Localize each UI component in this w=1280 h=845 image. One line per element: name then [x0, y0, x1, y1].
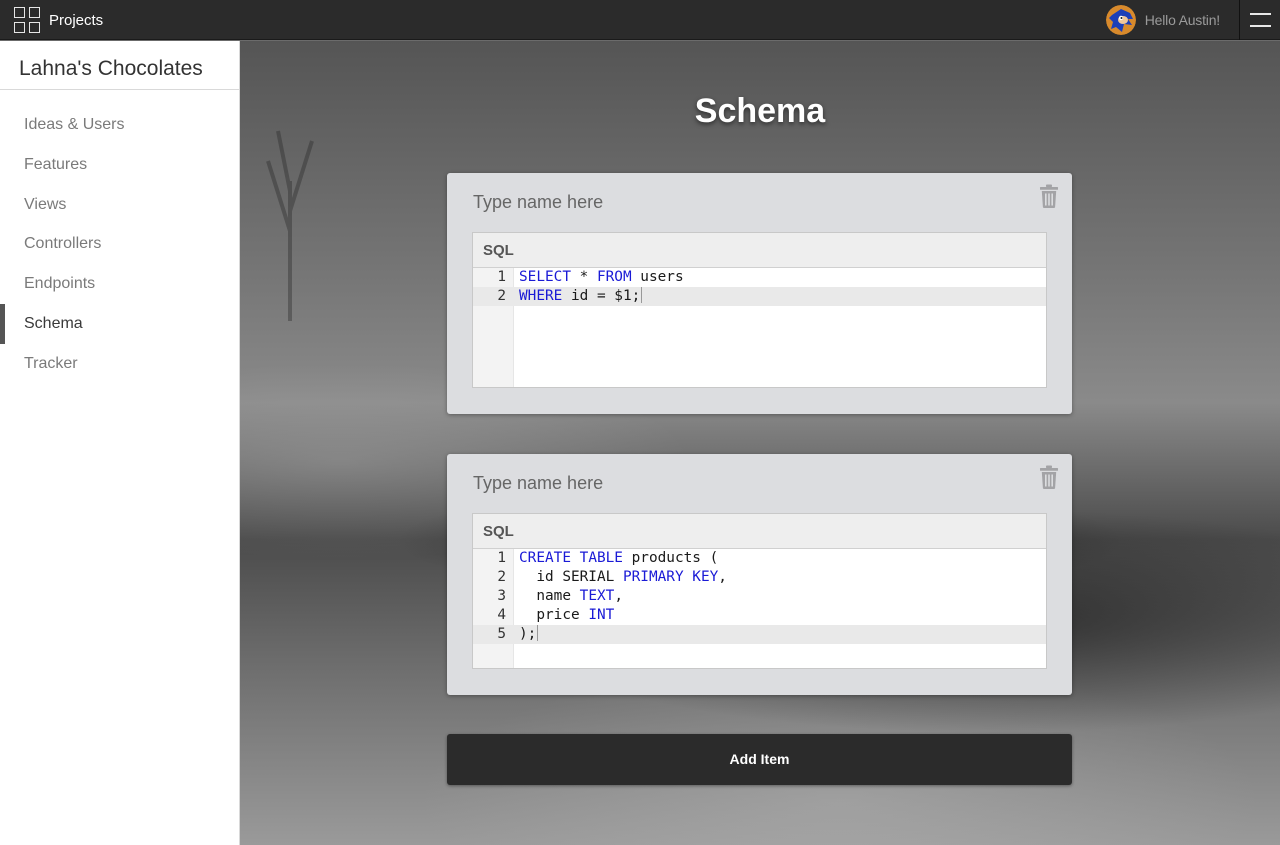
code-area[interactable]: 1 SELECT * FROM users 2 WHERE id = $1; [473, 268, 1046, 387]
sidebar-item-endpoints[interactable]: Endpoints [0, 264, 239, 304]
sidebar-nav: Ideas & Users Features Views Controllers… [0, 105, 239, 384]
code-line: 3 name TEXT, [473, 587, 1046, 606]
text-cursor [537, 625, 539, 641]
code-line-active: 2 WHERE id = $1; [473, 287, 1046, 306]
line-number: 1 [497, 550, 506, 566]
avatar[interactable] [1105, 5, 1136, 35]
sidebar-item-schema[interactable]: Schema [0, 303, 239, 344]
projects-label: Projects [49, 11, 104, 29]
main-content: Schema SQL 1 SELECT * FROM users 2 WHERE… [240, 41, 1280, 845]
code-line-active: 5 ); [473, 625, 1046, 644]
code-line: 1 CREATE TABLE products ( [473, 549, 1046, 568]
user-area[interactable]: Hello Austin! [1105, 4, 1220, 36]
schema-name-input[interactable] [473, 472, 973, 494]
code-line: 4 price INT [473, 606, 1046, 625]
user-greeting: Hello Austin! [1144, 12, 1220, 28]
text-cursor [641, 287, 643, 303]
line-number: 3 [497, 588, 506, 604]
schema-card: SQL 1 SELECT * FROM users 2 WHERE id = $… [447, 173, 1072, 414]
code-area[interactable]: 1 CREATE TABLE products ( 2 id SERIAL PR… [473, 549, 1046, 668]
code-line: 2 id SERIAL PRIMARY KEY, [473, 568, 1046, 587]
add-item-button[interactable]: Add Item [447, 734, 1072, 785]
editor-language-label: SQL [473, 514, 1046, 549]
trash-icon[interactable] [1039, 465, 1059, 489]
sql-editor[interactable]: SQL 1 CREATE TABLE products ( 2 id SERIA… [472, 513, 1047, 669]
code-text: price INT [519, 607, 615, 623]
line-number: 2 [497, 288, 506, 304]
code-text: id SERIAL PRIMARY KEY, [519, 569, 727, 585]
line-number: 1 [497, 269, 506, 285]
page-title: Schema [694, 92, 826, 130]
code-text: name TEXT, [519, 588, 623, 604]
trash-icon[interactable] [1039, 184, 1059, 208]
sidebar-item-tracker[interactable]: Tracker [0, 344, 239, 384]
projects-button[interactable]: Projects [14, 6, 103, 34]
line-number: 5 [497, 626, 506, 642]
code-text: WHERE id = $1; [519, 287, 643, 304]
line-number: 4 [497, 607, 506, 623]
code-text: CREATE TABLE products ( [519, 550, 719, 566]
editor-language-label: SQL [473, 233, 1046, 268]
schema-name-input[interactable] [473, 191, 973, 213]
top-bar: Projects Hello Austin! [0, 0, 1280, 40]
grid-icon [14, 7, 40, 33]
hamburger-icon[interactable] [1240, 0, 1280, 40]
sidebar-item-ideas-users[interactable]: Ideas & Users [0, 105, 239, 145]
sidebar: Lahna's Chocolates Ideas & Users Feature… [0, 41, 240, 845]
sidebar-item-features[interactable]: Features [0, 145, 239, 185]
project-name: Lahna's Chocolates [0, 41, 239, 90]
sidebar-item-views[interactable]: Views [0, 185, 239, 225]
schema-card: SQL 1 CREATE TABLE products ( 2 id SERIA… [447, 454, 1072, 695]
code-text: ); [519, 625, 539, 642]
code-line: 1 SELECT * FROM users [473, 268, 1046, 287]
sidebar-item-controllers[interactable]: Controllers [0, 224, 239, 264]
background-image [266, 130, 314, 321]
line-number: 2 [497, 569, 506, 585]
code-text: SELECT * FROM users [519, 269, 684, 285]
sql-editor[interactable]: SQL 1 SELECT * FROM users 2 WHERE id = $… [472, 232, 1047, 388]
